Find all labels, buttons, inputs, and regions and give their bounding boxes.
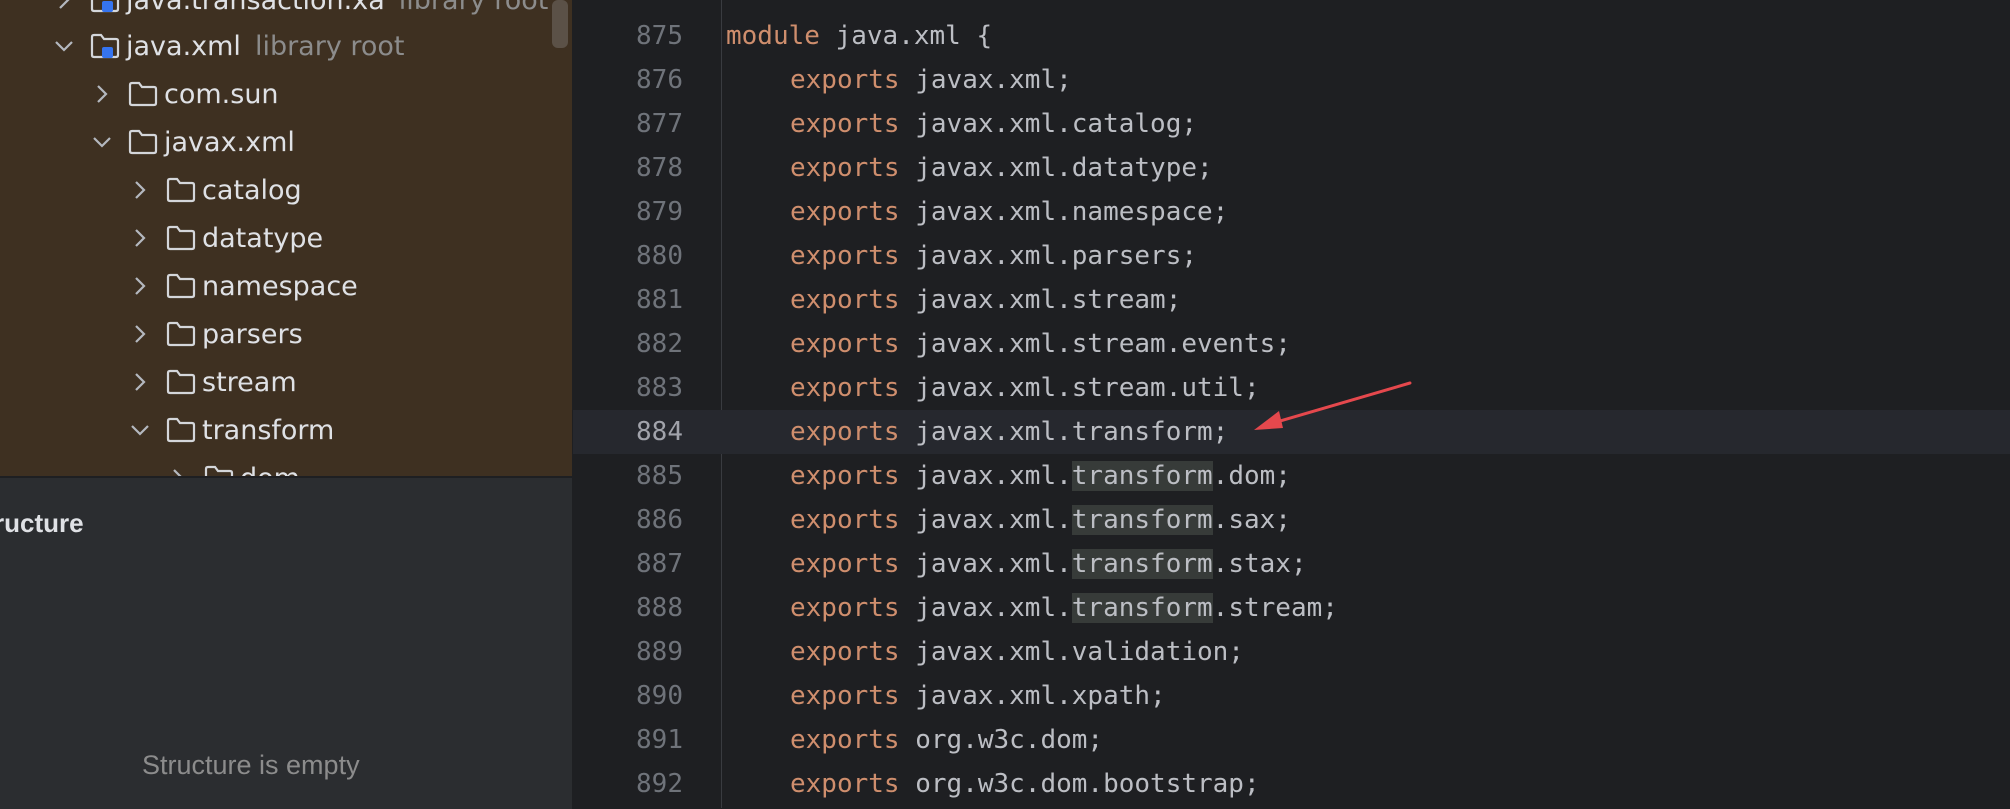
tree-item-transform[interactable]: transform: [128, 406, 334, 454]
tree-item-java-xml[interactable]: java.xml library root: [52, 22, 405, 70]
tree-item-namespace[interactable]: namespace: [128, 262, 358, 310]
project-tree-scrollbar[interactable]: [552, 0, 568, 48]
tree-item-label: dom: [240, 463, 300, 477]
folder-icon: [128, 80, 158, 108]
folder-icon: [166, 176, 196, 204]
chevron-right-icon[interactable]: [128, 178, 152, 202]
structure-panel: ructure Structure is empty: [0, 477, 572, 809]
tree-item-java-transaction-xa[interactable]: java.transaction.xa library root: [52, 0, 548, 24]
tree-item-label: javax.xml: [164, 126, 295, 158]
folder-icon: [204, 464, 234, 476]
folder-icon: [166, 272, 196, 300]
tree-item-label: java.transaction.xa: [126, 0, 385, 16]
tree-item-label: com.sun: [164, 78, 279, 110]
chevron-down-icon[interactable]: [128, 418, 152, 442]
tree-item-javax-xml[interactable]: javax.xml: [90, 118, 295, 166]
tree-item-label: java.xml: [126, 30, 241, 62]
tree-item-parsers[interactable]: parsers: [128, 310, 303, 358]
annotation-arrow-icon: [1254, 381, 1412, 430]
chevron-right-icon[interactable]: [128, 226, 152, 250]
tree-item-catalog[interactable]: catalog: [128, 166, 302, 214]
module-folder-icon: [90, 0, 120, 14]
folder-icon: [166, 320, 196, 348]
chevron-right-icon[interactable]: [52, 0, 76, 12]
tree-item-stream[interactable]: stream: [128, 358, 297, 406]
tree-item-label: namespace: [202, 270, 358, 302]
tree-item-datatype[interactable]: datatype: [128, 214, 323, 262]
structure-title: ructure: [0, 508, 84, 538]
chevron-right-icon[interactable]: [128, 370, 152, 394]
chevron-down-icon[interactable]: [52, 34, 76, 58]
chevron-right-icon[interactable]: [128, 274, 152, 298]
library-root-hint: library root: [398, 0, 549, 16]
folder-icon: [166, 224, 196, 252]
tree-item-com-sun[interactable]: com.sun: [90, 70, 279, 118]
tree-item-label: stream: [202, 366, 297, 398]
chevron-down-icon[interactable]: [90, 130, 114, 154]
chevron-right-icon[interactable]: [128, 322, 152, 346]
tree-item-label: parsers: [202, 318, 303, 350]
tree-item-label: catalog: [202, 174, 302, 206]
chevron-right-icon[interactable]: [90, 82, 114, 106]
project-tree-panel: java.transaction.xa library root java.xml l…: [0, 0, 572, 476]
tree-item-label: datatype: [202, 222, 324, 254]
tree-item-label: transform: [202, 414, 335, 446]
structure-empty-text: Structure is empty: [142, 750, 360, 780]
code-editor[interactable]: 875 module java.xml {876 exports javax.xml…: [573, 0, 2010, 808]
module-folder-icon: [90, 32, 120, 60]
tree-item-dom[interactable]: dom: [166, 454, 300, 476]
library-root-hint: library root: [254, 30, 405, 62]
folder-icon: [128, 128, 158, 156]
folder-icon: [166, 368, 196, 396]
folder-icon: [166, 416, 196, 444]
chevron-right-icon[interactable]: [166, 466, 190, 476]
